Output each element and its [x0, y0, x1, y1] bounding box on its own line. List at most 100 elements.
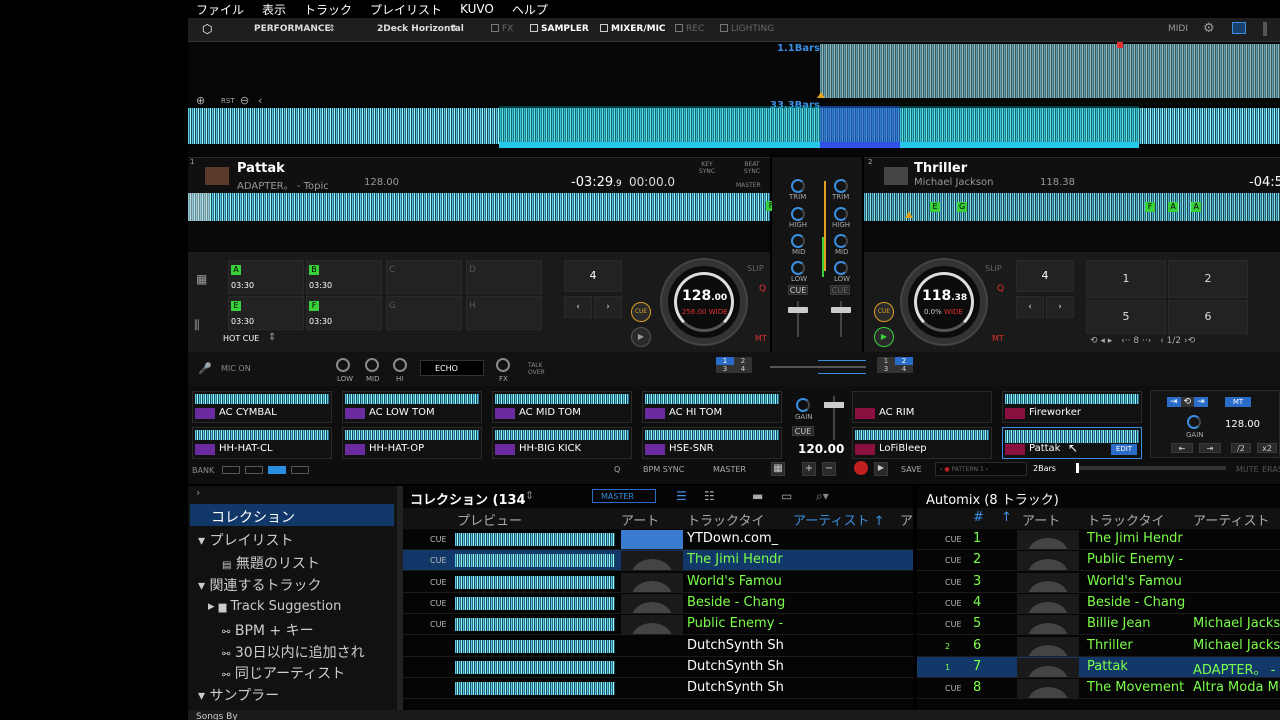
table-row[interactable]: CUE Beside - Chang — [403, 593, 913, 614]
sampler-master-button[interactable]: MASTER — [713, 465, 746, 474]
sampler-add-icon[interactable]: + — [802, 462, 816, 476]
table-row[interactable]: CUE YTDown.com_ — [403, 529, 913, 550]
sidebar-collapse-icon[interactable]: › — [196, 486, 200, 499]
seq-forward-icon[interactable]: ⇥ — [1199, 443, 1221, 453]
menu-item[interactable]: 表示 — [262, 1, 286, 18]
ch1-mid-knob[interactable] — [791, 234, 805, 248]
menu-item[interactable]: KUVO — [460, 2, 494, 16]
deck2-mt-button[interactable]: MT — [992, 334, 1004, 343]
mic-fx-select[interactable]: ECHO — [420, 360, 484, 376]
seq-mute-button[interactable]: MUTE — [1236, 465, 1259, 474]
sampler-pad[interactable] — [645, 408, 665, 419]
hot-cue-pad-a[interactable]: A 03:30 — [228, 260, 304, 294]
sampler-pad[interactable] — [345, 444, 365, 455]
sampler-pad[interactable] — [495, 444, 515, 455]
search-icon[interactable]: ⌕▾ — [816, 489, 829, 504]
menu-item[interactable]: トラック — [304, 1, 352, 18]
master-filter-button[interactable]: MASTER — [592, 489, 656, 503]
seq-pad[interactable] — [1005, 444, 1025, 455]
mic-low-knob[interactable] — [336, 358, 350, 372]
col-art[interactable]: アート — [621, 510, 659, 529]
sampler-slot[interactable]: HH-HAT-CL — [192, 427, 332, 459]
bpm-sync-button[interactable]: BPM SYNC — [643, 465, 684, 474]
bank-4[interactable] — [291, 466, 309, 474]
seq-pad[interactable] — [855, 444, 875, 455]
zoom-in-icon[interactable]: ⊕ — [196, 94, 205, 107]
table-row[interactable]: CUE 4 Beside - Chang — [917, 593, 1280, 614]
table-row[interactable]: CUE 8 The Movement Altra Moda Mu — [917, 678, 1280, 700]
sampler-slot[interactable]: HH-HAT-OP — [342, 427, 482, 459]
seq-save-button[interactable]: SAVE — [901, 465, 922, 474]
layout-chevron-icon[interactable]: ⇕ — [450, 24, 458, 34]
fx-toggle[interactable]: FX — [491, 24, 513, 34]
deck2-pad-5[interactable]: 5 — [1086, 300, 1166, 334]
seq-slot-fireworker[interactable]: Fireworker — [1002, 391, 1142, 423]
col-artist[interactable]: アーティスト ↑ — [793, 510, 884, 529]
sampler-fader[interactable] — [824, 402, 844, 408]
deck2-pad-1[interactable]: 1 — [1086, 260, 1166, 298]
deck2-overview-waveform[interactable] — [864, 193, 1280, 221]
seq-slot-ac-rim[interactable]: AC RIM — [852, 391, 992, 423]
reset-button[interactable]: RST — [221, 97, 235, 105]
seq-pattern-select[interactable]: ‹ ● PATTERN 1 › — [935, 462, 1027, 476]
sampler-slot[interactable]: HH-BIG KICK — [492, 427, 632, 459]
sampler-slot[interactable]: AC CYMBAL — [192, 391, 332, 423]
sidebar-item-sampler[interactable]: ▾ サンプラー — [198, 685, 279, 705]
table-row[interactable]: DutchSynth Sh — [403, 657, 913, 678]
sort-asc-icon[interactable]: ↑ — [1001, 510, 1012, 525]
deck2-loop-length[interactable]: 4 — [1016, 260, 1074, 292]
seq-record-button[interactable] — [854, 461, 868, 475]
sidebar-item-bpmkey[interactable]: ⚯ BPM + キー — [222, 620, 314, 640]
collapse-chevron-icon[interactable]: ‹ — [258, 94, 262, 107]
grid-mode-icon[interactable]: ⫼ — [194, 318, 200, 333]
beat-sync-button[interactable]: BEAT SYNC — [740, 161, 764, 175]
deck1-loop-prev-icon[interactable]: ‹ — [564, 296, 592, 318]
seq-slot-lofibleep[interactable]: LoFiBleep — [852, 427, 992, 459]
seq-edit-button[interactable]: EDIT — [1111, 444, 1137, 455]
settings-gear-icon[interactable]: ⚙ — [1203, 21, 1215, 36]
sampler-pad[interactable] — [195, 408, 215, 419]
ch1-fader[interactable] — [788, 307, 808, 313]
deck2-loop-prev-icon[interactable]: ‹ — [1016, 296, 1044, 318]
ch1-cue-button[interactable]: CUE — [788, 285, 808, 295]
pad-mode-icon[interactable]: ▦ — [196, 272, 207, 286]
ch2-low-knob[interactable] — [834, 261, 848, 275]
mode-chevron-icon[interactable]: ⇕ — [328, 24, 336, 34]
deck2-loop-controls[interactable]: ⟲ ◂ ▸ ‹·· 8 ··› ‹ 1/2 ›⟲ — [1090, 336, 1195, 346]
hot-cue-pad-b[interactable]: B 03:30 — [306, 260, 382, 294]
ch1-low-knob[interactable] — [791, 261, 805, 275]
deck1-overview-waveform[interactable] — [188, 193, 770, 221]
table-row[interactable]: CUE 5 Billie Jean Michael Jacks — [917, 614, 1280, 636]
deck1-jog[interactable]: 128.00 256.00 WIDE — [662, 260, 746, 344]
mic-mid-knob[interactable] — [365, 358, 379, 372]
table-row[interactable]: CUE Public Enemy - — [403, 614, 913, 636]
deck1-quantize-icon[interactable]: Q — [759, 284, 766, 294]
master-button[interactable]: MASTER — [736, 182, 761, 189]
sidebar-item-playlist[interactable]: ▾ プレイリスト — [198, 530, 293, 550]
deck2-quantize-icon[interactable]: Q — [997, 284, 1004, 294]
deck1-loop-next-icon[interactable]: › — [594, 296, 622, 318]
deck2-slip-button[interactable]: SLIP — [985, 264, 1002, 273]
col-more[interactable]: ア — [900, 510, 913, 529]
row-preview-wave[interactable] — [455, 533, 615, 546]
deck1-play-icon[interactable]: ▶ — [631, 327, 651, 347]
row-preview-wave[interactable] — [455, 575, 615, 589]
sampler-pad[interactable] — [645, 444, 665, 455]
talkover-button[interactable]: TALK OVER — [528, 362, 548, 376]
hot-cue-pad-e[interactable]: E 03:30 — [228, 296, 304, 330]
deck2-cue-button[interactable]: CUE — [874, 302, 894, 322]
table-row[interactable]: DutchSynth Sh — [403, 678, 913, 700]
sampler-slot[interactable]: AC HI TOM — [642, 391, 782, 423]
table-row[interactable]: CUE 3 World's Famou — [917, 572, 1280, 593]
sidebar-item-recent[interactable]: ⚯ 30日以内に追加され — [222, 642, 365, 662]
hot-cue-pad-g[interactable]: G — [386, 296, 462, 330]
seq-div2-button[interactable]: /2 — [1231, 443, 1251, 453]
row-preview-wave[interactable] — [455, 618, 615, 632]
rec-toggle[interactable]: REC — [675, 24, 704, 34]
table-row[interactable]: 1 7 Pattak ADAPTER。 - — [917, 656, 1280, 678]
table-row[interactable]: CUE The Jimi Hendr — [403, 550, 913, 572]
seq-mode-icons[interactable]: ⇥ ⟲ ⇥ — [1167, 397, 1208, 407]
crossfader[interactable] — [818, 360, 866, 374]
deck2-pad-6[interactable]: 6 — [1168, 300, 1248, 334]
sidebar-item-untitled[interactable]: ▤ 無題のリスト — [222, 553, 320, 573]
